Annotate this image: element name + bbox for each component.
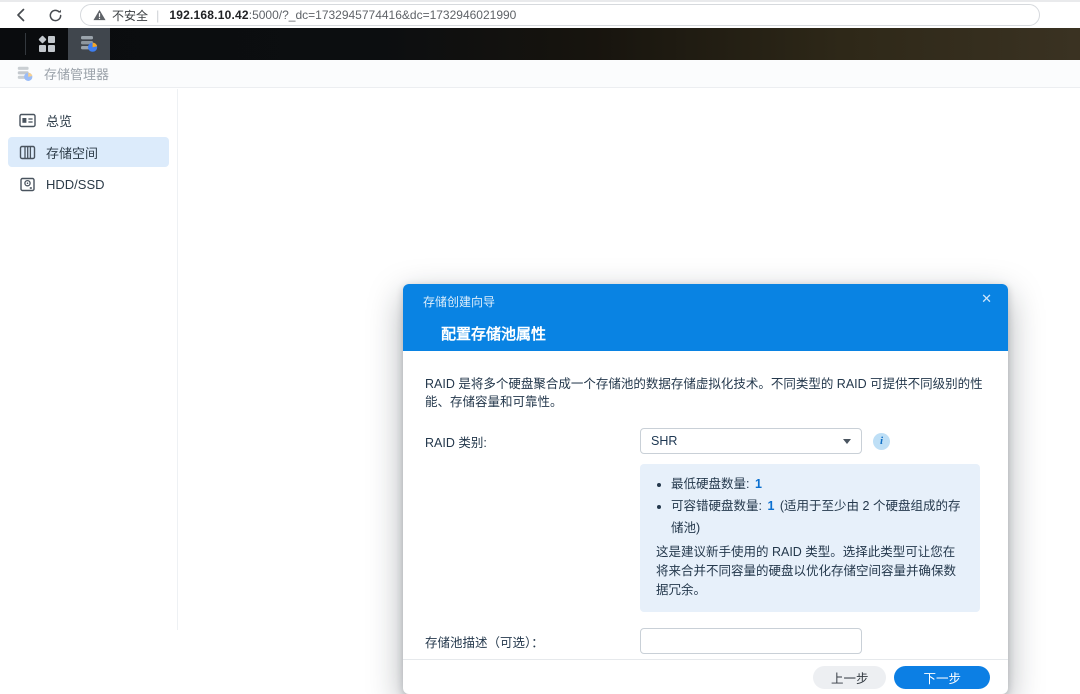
sidebar-item-hdd-ssd[interactable]: HDD/SSD xyxy=(8,169,169,199)
url-host: 192.168.10.42 xyxy=(169,8,248,22)
sidebar-item-label: 总览 xyxy=(46,111,72,130)
pool-description-input[interactable] xyxy=(640,628,862,654)
not-secure-label: 不安全 xyxy=(112,7,148,24)
storage-manager-icon xyxy=(79,34,99,54)
raid-info-list: 最低硬盘数量: 1 可容错硬盘数量: 1 (适用于至少由 2 个硬盘组成的存储池… xyxy=(656,473,964,539)
volume-icon xyxy=(19,145,36,160)
fault-tolerance-count: 1 xyxy=(765,499,776,513)
fault-tolerance-bullet: 可容错硬盘数量: 1 (适用于至少由 2 个硬盘组成的存储池) xyxy=(671,495,964,539)
window-titlebar: 存储管理器 xyxy=(0,60,1080,88)
disk-icon xyxy=(19,177,36,192)
reload-icon[interactable] xyxy=(46,6,64,24)
chevron-down-icon xyxy=(843,439,851,444)
sidebar-item-storage-space[interactable]: 存储空间 xyxy=(8,137,169,167)
sidebar: 总览 存储空间 HDD/SSD xyxy=(0,89,178,630)
min-disk-bullet: 最低硬盘数量: 1 xyxy=(671,473,964,495)
min-disk-count: 1 xyxy=(753,477,764,491)
storage-manager-window: 总览 存储空间 HDD/SSD 存储创建向导 配置存储池属性 xyxy=(0,89,1080,630)
info-icon[interactable]: i xyxy=(873,433,890,450)
back-icon[interactable] xyxy=(12,6,30,24)
storage-creation-wizard-dialog: 存储创建向导 配置存储池属性 ✕ RAID 是将多个硬盘聚合成一个存储池的数据存… xyxy=(403,284,1008,694)
pool-description-label: 存储池描述（可选）： xyxy=(425,632,640,651)
raid-type-row: RAID 类别: SHR i xyxy=(425,428,986,454)
wizard-title: 存储创建向导 xyxy=(403,284,1008,310)
not-secure-warning-icon xyxy=(93,9,106,21)
url-path: :5000/?_dc=1732945774416&dc=173294602199… xyxy=(249,8,517,22)
raid-type-select[interactable]: SHR xyxy=(640,428,862,454)
sidebar-item-overview[interactable]: 总览 xyxy=(8,105,169,135)
sidebar-item-label: HDD/SSD xyxy=(46,177,105,192)
dialog-footer: 上一步 下一步 xyxy=(403,659,1008,694)
previous-step-button[interactable]: 上一步 xyxy=(813,666,887,689)
raid-recommendation-note: 这是建议新手使用的 RAID 类型。选择此类型可让您在将来合并不同容量的硬盘以优… xyxy=(656,543,964,600)
address-separator: | xyxy=(156,8,159,23)
close-icon[interactable]: ✕ xyxy=(981,291,992,307)
raid-intro-text: RAID 是将多个硬盘聚合成一个存储池的数据存储虚拟化技术。不同类型的 RAID… xyxy=(425,351,986,411)
raid-info-panel: 最低硬盘数量: 1 可容错硬盘数量: 1 (适用于至少由 2 个硬盘组成的存储池… xyxy=(640,464,980,612)
overview-icon xyxy=(19,113,36,128)
storage-manager-icon xyxy=(16,65,34,83)
sidebar-item-label: 存储空间 xyxy=(46,143,98,162)
pool-description-row: 存储池描述（可选）： xyxy=(425,628,986,654)
step-title: 配置存储池属性 xyxy=(403,310,1008,344)
main-menu-button[interactable] xyxy=(26,28,68,60)
main-menu-grid-icon xyxy=(39,36,55,52)
dialog-body: RAID 是将多个硬盘聚合成一个存储池的数据存储虚拟化技术。不同类型的 RAID… xyxy=(403,351,1008,654)
dialog-header: 存储创建向导 配置存储池属性 ✕ xyxy=(403,284,1008,351)
dsm-taskbar xyxy=(0,28,1080,60)
storage-manager-task-button[interactable] xyxy=(68,28,110,60)
next-step-button[interactable]: 下一步 xyxy=(894,666,990,689)
raid-type-value: SHR xyxy=(651,434,677,448)
address-bar[interactable]: 不安全 | 192.168.10.42:5000/?_dc=1732945774… xyxy=(80,4,1040,26)
browser-chrome: 不安全 | 192.168.10.42:5000/?_dc=1732945774… xyxy=(0,0,1080,28)
raid-type-label: RAID 类别: xyxy=(425,432,640,451)
window-title: 存储管理器 xyxy=(44,64,109,83)
